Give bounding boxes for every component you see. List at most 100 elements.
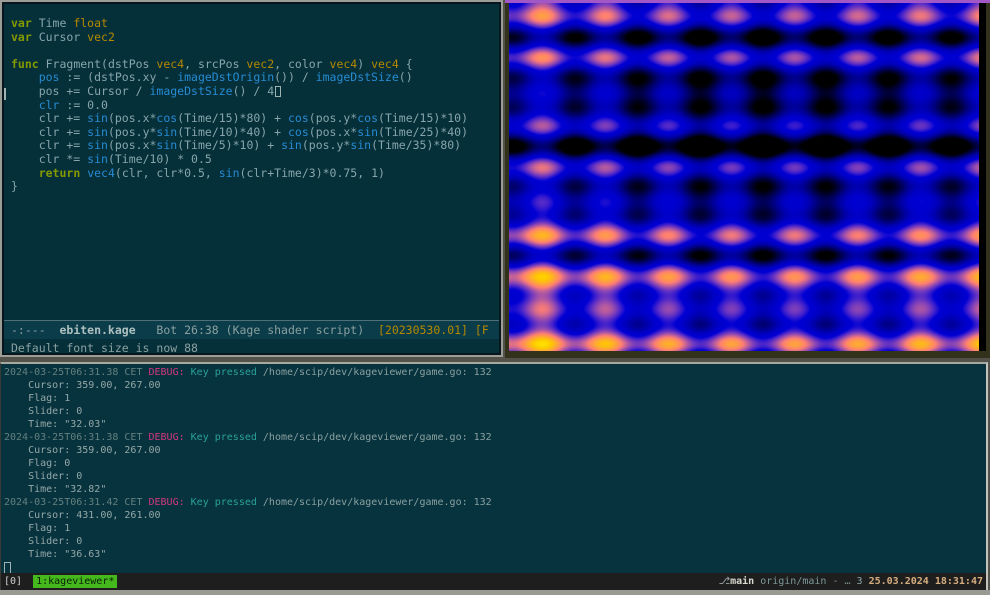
code-token: var [11,30,32,44]
code-token: clr *= [11,152,87,166]
code-token: cos [288,125,309,139]
status-ellipsis: … [845,576,857,587]
log-entry-detail: Slider: 0 [4,405,492,418]
code-line: var Time float [11,17,497,31]
status-separator: - [826,576,844,587]
code-token: ()) / [274,70,316,84]
terminal-output[interactable]: 2024-03-25T06:31.38 CET DEBUG: Key press… [4,366,492,561]
code-token [11,166,39,180]
code-token: sin [219,166,240,180]
code-token: sin [156,138,177,152]
code-token: imageDstSize [316,70,399,84]
code-token: clr += [11,138,87,152]
log-location: /home/scip/dev/kageviewer/game.go: 132 [263,367,492,378]
code-line: clr *= sin(Time/10) * 0.5 [11,153,497,167]
code-token: (Time/15)*80) + [177,111,288,125]
code-token: cos [288,111,309,125]
tmux-window-tab[interactable]: 1:kageviewer* [33,575,117,588]
log-detail-text: Slider: 0 [4,536,82,547]
shader-preview-canvas[interactable] [509,3,979,351]
log-detail-text: Slider: 0 [4,406,82,417]
code-token: sin [156,125,177,139]
code-line: clr := 0.0 [11,99,497,113]
log-entry-header: 2024-03-25T06:31.38 CET DEBUG: Key press… [4,366,492,379]
code-token: (Time/15)*10) [378,111,468,125]
code-token: (clr, clr*0.5, [115,166,219,180]
code-token: sin [87,152,108,166]
code-token: , color [274,57,329,71]
code-line: clr += sin(pos.y*sin(Time/10)*40) + cos(… [11,126,497,140]
code-editor[interactable]: var Time floatvar Cursor vec2 func Fragm… [11,17,497,194]
code-token: clr [39,98,60,112]
code-token [11,70,39,84]
code-token: clr += [11,111,87,125]
git-remote-name: origin/main [754,576,826,587]
code-line [11,44,497,58]
code-token: vec2 [246,57,274,71]
editor-window: var Time floatvar Cursor vec2 func Fragm… [0,0,503,357]
modeline-info: Bot 26:38 (Kage shader script) [136,323,378,337]
log-entry-detail: Flag: 0 [4,457,492,470]
log-detail-text: Time: "32.03" [4,419,106,430]
log-detail-text: Time: "32.82" [4,484,106,495]
code-token: imageDstSize [149,84,232,98]
code-token: sin [87,125,108,139]
editor-cursor [275,86,281,97]
log-entry-detail: Flag: 1 [4,392,492,405]
code-token: vec4 [87,166,115,180]
log-entry-detail: Time: "36.63" [4,548,492,561]
log-detail-text: Cursor: 359.00, 267.00 [4,445,161,456]
code-token: (pos.y* [108,125,156,139]
code-token: imageDstOrigin [177,70,274,84]
log-message: Key pressed [191,432,263,443]
code-token: Cursor [32,30,87,44]
log-detail-text: Flag: 1 [4,523,70,534]
code-line: pos += Cursor / imageDstSize() / 4 [11,85,497,99]
log-level: DEBUG: [149,367,191,378]
code-token: (pos.x* [309,125,357,139]
log-location: /home/scip/dev/kageviewer/game.go: 132 [263,497,492,508]
code-token: sin [87,111,108,125]
code-line: clr += sin(pos.x*cos(Time/15)*80) + cos(… [11,112,497,126]
log-message: Key pressed [191,497,263,508]
git-branch-icon: ⎇ [719,576,731,587]
log-entry-detail: Cursor: 359.00, 267.00 [4,379,492,392]
modeline-buffer-name: ebiten.kage [59,323,135,337]
terminal-window: 2024-03-25T06:31.38 CET DEBUG: Key press… [0,362,988,590]
code-token: := (dstPos.xy - [59,70,177,84]
code-token: (Time/10) * 0.5 [108,152,212,166]
code-token: } [11,179,18,193]
log-timestamp: 2024-03-25T06:31.38 CET [4,432,149,443]
tmux-session-index: [0] [4,576,28,587]
log-detail-text: Cursor: 431.00, 261.00 [4,510,161,521]
log-entry-detail: Slider: 0 [4,470,492,483]
code-line: } [11,180,497,194]
desktop-edge [0,590,990,595]
log-entry-header: 2024-03-25T06:31.38 CET DEBUG: Key press… [4,431,492,444]
code-token: sin [281,138,302,152]
minibuffer-echo-area[interactable]: Default font size is now 88 [11,341,198,355]
code-token: (pos.y* [309,111,357,125]
shader-letterbox-strip [979,3,986,351]
code-token: (Time/5)*10) + [177,138,281,152]
code-token: pos += Cursor / [11,84,149,98]
code-token: () [399,70,413,84]
git-branch-name: main [730,576,754,587]
code-line: var Cursor vec2 [11,31,497,45]
modeline: -:--- ebiten.kage Bot 26:38 (Kage shader… [4,320,499,339]
modeline-version: [20230530.01] [F [378,323,489,337]
code-token: cos [156,111,177,125]
code-token: clr += [11,125,87,139]
code-token: sin [350,138,371,152]
modeline-prefix: -:--- [11,323,59,337]
shader-preview-window [505,0,990,358]
log-timestamp: 2024-03-25T06:31.42 CET [4,497,149,508]
code-token: vec2 [87,30,115,44]
log-message: Key pressed [191,367,263,378]
code-token: vec4 [156,57,184,71]
code-token: (pos.x* [108,111,156,125]
log-timestamp: 2024-03-25T06:31.38 CET [4,367,149,378]
code-token: var [11,16,32,30]
code-token: (Time/35)*80) [371,138,461,152]
code-token: (Time/10)*40) + [177,125,288,139]
